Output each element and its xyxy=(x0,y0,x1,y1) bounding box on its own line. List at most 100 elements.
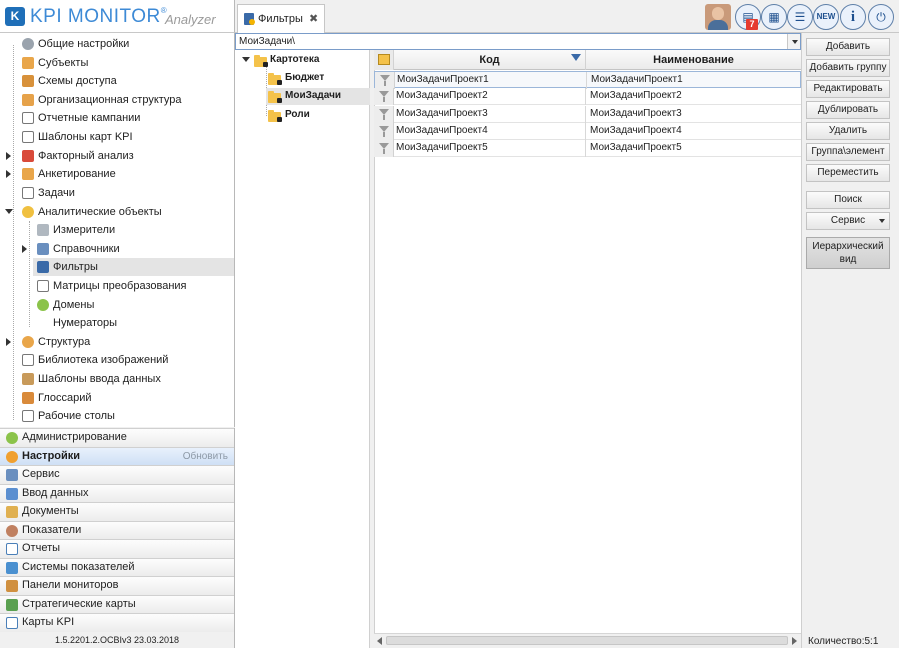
nav-item-tasks[interactable]: Задачи xyxy=(0,184,234,202)
images-icon xyxy=(22,354,34,366)
nav-item-factor-analysis[interactable]: Факторный анализ xyxy=(0,147,234,165)
scroll-right-icon[interactable] xyxy=(792,637,797,645)
section-administration[interactable]: Администрирование xyxy=(0,428,234,447)
nav-label: Задачи xyxy=(38,187,75,199)
tree-node-roles[interactable]: Роли xyxy=(252,107,370,124)
cell-name: МоиЗадачиПроект5 xyxy=(590,142,682,153)
tree-node-root[interactable]: Картотека xyxy=(240,52,370,69)
tree-node-budget[interactable]: Бюджет xyxy=(252,70,370,87)
add-button[interactable]: Добавить xyxy=(806,38,890,56)
gear-icon xyxy=(22,38,34,50)
section-strategy-maps[interactable]: Стратегические карты xyxy=(0,594,234,613)
tab-filters[interactable]: Фильтры ✖ xyxy=(237,4,325,33)
section-service[interactable]: Сервис xyxy=(0,465,234,484)
scroll-left-icon[interactable] xyxy=(377,637,382,645)
list-icon[interactable]: ☰ xyxy=(787,4,813,30)
refresh-link[interactable]: Обновить xyxy=(183,451,228,462)
column-header-name[interactable]: Наименование xyxy=(586,50,801,70)
indicators-icon xyxy=(6,524,18,537)
section-settings[interactable]: Настройки Обновить xyxy=(0,446,234,465)
nav-label: Схемы доступа xyxy=(38,75,117,87)
table-row[interactable]: МоиЗадачиПроект4 МоиЗадачиПроект4 xyxy=(374,123,801,140)
column-header-code[interactable]: Код xyxy=(394,50,586,70)
nav-item-transform-matrices[interactable]: Матрицы преобразования xyxy=(0,277,234,295)
grid-corner[interactable] xyxy=(374,50,394,70)
edit-button[interactable]: Редактировать xyxy=(806,80,890,98)
expand-arrow-icon[interactable] xyxy=(6,338,11,346)
nav-label: Организационная структура xyxy=(38,94,182,106)
reports-icon xyxy=(6,543,18,555)
nav-item-general-settings[interactable]: Общие настройки xyxy=(0,35,234,53)
new-icon[interactable]: NEW xyxy=(813,4,839,30)
delete-button[interactable]: Удалить xyxy=(806,122,890,140)
nav-item-org-structure[interactable]: Организационная структура xyxy=(0,91,234,109)
access-icon xyxy=(22,75,34,87)
table-row[interactable]: МоиЗадачиПроект1 МоиЗадачиПроект1 xyxy=(374,71,801,89)
add-group-button[interactable]: Добавить группу xyxy=(806,59,890,77)
user-avatar[interactable] xyxy=(705,4,731,30)
section-label: Ввод данных xyxy=(22,486,89,499)
gauge-icon xyxy=(37,224,49,236)
section-kpi-maps[interactable]: Карты KPI xyxy=(0,613,234,632)
expand-arrow-icon[interactable] xyxy=(6,170,11,178)
expand-arrow-icon[interactable] xyxy=(22,245,27,253)
nav-item-domains[interactable]: Домены xyxy=(0,296,234,314)
search-button[interactable]: Поиск xyxy=(806,191,890,209)
table-row[interactable]: МоиЗадачиПроект3 МоиЗадачиПроект3 xyxy=(374,106,801,123)
grid-icon[interactable]: ▦ xyxy=(761,4,787,30)
chevron-down-icon[interactable] xyxy=(787,34,800,49)
nav-item-access-schemes[interactable]: Схемы доступа xyxy=(0,72,234,90)
duplicate-button[interactable]: Дублировать xyxy=(806,101,890,119)
cell-name: МоиЗадачиПроект3 xyxy=(590,108,682,119)
nav-item-kpi-templates[interactable]: Шаблоны карт KPI xyxy=(0,128,234,146)
collapse-arrow-icon[interactable] xyxy=(242,57,250,62)
nav-item-references[interactable]: Справочники xyxy=(0,240,234,258)
desktop-icon xyxy=(22,410,34,422)
close-icon[interactable]: ✖ xyxy=(309,12,318,25)
info-icon[interactable]: i xyxy=(840,4,866,30)
nav-item-filters[interactable]: Фильтры xyxy=(33,258,234,276)
tab-label: Фильтры xyxy=(258,13,303,25)
column-label: Код xyxy=(479,54,500,66)
settings-icon xyxy=(6,450,18,463)
matrix-icon xyxy=(37,280,49,292)
table-row[interactable]: МоиЗадачиПроект5 МоиЗадачиПроект5 xyxy=(374,140,801,157)
column-filter-icon[interactable] xyxy=(571,54,581,61)
power-icon[interactable]: ⏻ xyxy=(868,4,894,30)
tree-node-my-tasks[interactable]: МоиЗадачи xyxy=(266,88,370,105)
nav-item-report-campaigns[interactable]: Отчетные кампании xyxy=(0,109,234,127)
hierarchical-view-button[interactable]: Иерархический вид xyxy=(806,237,890,269)
nav-item-image-library[interactable]: Библиотека изображений xyxy=(0,351,234,369)
nav-item-surveys[interactable]: Анкетирование xyxy=(0,165,234,183)
nav-item-structure[interactable]: Структура xyxy=(0,333,234,351)
table-row[interactable]: МоиЗадачиПроект2 МоиЗадачиПроект2 xyxy=(374,88,801,105)
nav-item-desktops[interactable]: Рабочие столы xyxy=(0,407,234,425)
collapse-arrow-icon[interactable] xyxy=(5,209,13,214)
chevron-down-icon xyxy=(879,219,885,223)
section-monitor-panels[interactable]: Панели мониторов xyxy=(0,576,234,595)
path-combobox[interactable]: МоиЗадачи\ xyxy=(235,33,801,50)
section-reports[interactable]: Отчеты xyxy=(0,539,234,558)
nav-label: Субъекты xyxy=(38,57,89,69)
move-button[interactable]: Переместить xyxy=(806,164,890,182)
section-indicator-systems[interactable]: Системы показателей xyxy=(0,557,234,576)
nav-label: Анкетирование xyxy=(38,168,116,180)
structure-icon xyxy=(22,336,34,348)
notification-badge: 7 xyxy=(746,19,758,30)
cell-code: МоиЗадачиПроект2 xyxy=(396,90,488,101)
filter-icon xyxy=(375,72,395,89)
nav-item-glossary[interactable]: Глоссарий xyxy=(0,389,234,407)
scrollbar-thumb[interactable] xyxy=(386,636,788,645)
nav-item-numerators[interactable]: Нумераторы xyxy=(0,314,234,332)
nav-item-input-templates[interactable]: Шаблоны ввода данных xyxy=(0,370,234,388)
nav-item-subjects[interactable]: Субъекты xyxy=(0,54,234,72)
section-documents[interactable]: Документы xyxy=(0,502,234,521)
nav-item-measures[interactable]: Измерители xyxy=(0,221,234,239)
group-element-button[interactable]: Группа\элемент xyxy=(806,143,890,161)
nav-item-analytic-objects[interactable]: Аналитические объекты xyxy=(0,203,234,221)
section-indicators[interactable]: Показатели xyxy=(0,520,234,539)
service-dropdown-button[interactable]: Сервис xyxy=(806,212,890,230)
section-data-input[interactable]: Ввод данных xyxy=(0,483,234,502)
systems-icon xyxy=(6,561,18,574)
expand-arrow-icon[interactable] xyxy=(6,152,11,160)
